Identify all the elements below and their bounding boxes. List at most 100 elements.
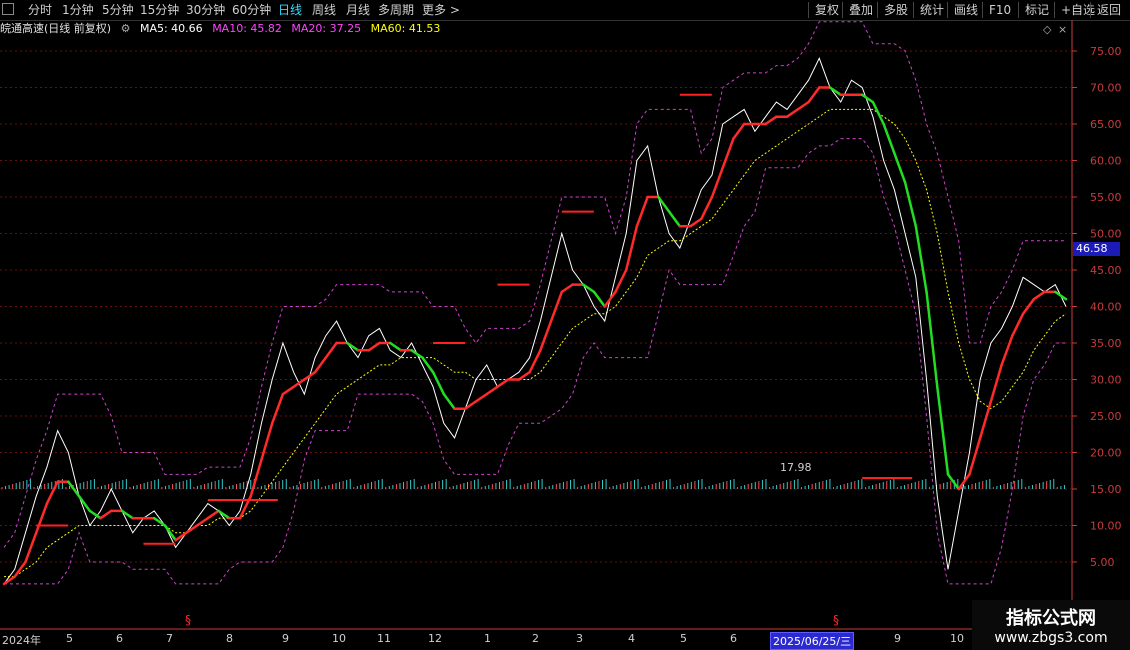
envelope-upper [3,21,1066,548]
ma20-segment [1032,290,1046,301]
y-tick-label: 60.00 [1090,155,1122,168]
ma20-segment [206,509,220,520]
ma20-segment [281,385,295,396]
ma20-segment [1021,297,1036,316]
ma20-segment [421,356,435,374]
y-tick-label: 20.00 [1090,447,1122,460]
y-tick-label: 25.00 [1090,410,1122,423]
ma20-segment [1054,290,1068,301]
ma20-segment [346,341,360,352]
y-tick-label: 50.00 [1090,228,1122,241]
ma20-segment [807,86,821,104]
date-label: 11 [377,632,391,645]
ma20-segment [2,575,16,586]
date-label: 10 [332,632,346,645]
ma20-segment [603,290,617,308]
ma20-segment [614,268,628,294]
ma20-segment [946,473,960,491]
ma20-segment [34,502,49,535]
ma20-segment [152,516,167,527]
date-label: 8 [226,632,233,645]
ma20-segment [914,224,928,294]
ma20-segment [989,363,1003,403]
close-icon[interactable]: × [1058,23,1067,36]
y-tick-label: 45.00 [1090,264,1122,277]
ma20-segment [303,370,317,381]
ma20-segment [785,108,800,118]
date-label: 5 [66,632,73,645]
ma20-segment [893,151,907,184]
ma20-segment [496,378,510,389]
ma20-segment [624,224,639,272]
date-label: 5 [680,632,687,645]
ma20-segment [871,100,885,126]
ma20-segment [1000,334,1014,367]
ma20-segment [163,524,177,542]
ma20-segment [88,509,102,520]
y-tick-label: 30.00 [1090,374,1122,387]
ma20-segment [657,195,671,213]
y-tick-label: 5.00 [1090,556,1115,569]
y-tick-label: 55.00 [1090,191,1122,204]
date-label: 6 [730,632,737,645]
ma20-segment [442,392,456,410]
date-label: 6 [116,632,123,645]
ma20-segment [174,531,188,542]
ma20-segment [828,86,842,97]
ma20-segment [195,516,210,527]
site-watermark-logo: 指标公式网 www.zbgs3.com [972,600,1130,650]
ma20-segment [560,283,574,294]
date-label: 2 [532,632,539,645]
date-axis: 2024年 5 6 7 8 9 10 11 12 1 2 3 4 5 6 2025/06/25/三 9 10 [0,630,1130,650]
date-label: 9 [282,632,289,645]
ma20-segment [24,531,38,564]
kline-chart[interactable]: 75.00 70.00 6 5.00 60.00 55.00 50.00 45.00 40.00… [0,0,1130,650]
ma20-segment [217,509,231,520]
ma20-segment [1011,312,1025,337]
date-label: 4 [628,632,635,645]
ma20-segment [367,341,381,352]
ma20-segment [185,524,199,535]
ma20-segment [410,349,424,359]
date-label: 1 [484,632,491,645]
ma5-line [3,57,1067,585]
y-tick-label: 70.00 [1090,82,1122,95]
ma20-segment [313,356,328,374]
ma20-segment [260,422,274,462]
ma20-segment [485,385,499,396]
y-tick-label: 15.00 [1090,483,1122,496]
ma20-segment [292,378,306,389]
date-label: 9 [894,632,901,645]
y-tick-label: 75.00 [1090,45,1122,58]
diamond-icon[interactable]: ◇ [1043,23,1052,36]
volume-value-label: 17.98 [780,461,812,474]
date-label: 3 [576,632,583,645]
ma20-segment [978,400,993,440]
y-tick-label: 35.00 [1090,337,1122,350]
ma20-segment [324,341,338,359]
ma20-segment [764,115,778,126]
current-price-tag: 46.58 [1073,242,1120,256]
ma20-segment [388,341,403,352]
ma20-segment [700,195,714,221]
ma20-segment [667,210,682,228]
ma20-segment [936,385,950,476]
ma20-segment [99,509,113,520]
ma20-segment [689,217,703,228]
ma20-segment [957,473,971,491]
date-label: 12 [428,632,442,645]
ma20-segment [903,181,918,228]
date-label: 10 [950,632,964,645]
date-label: 2024年 [2,634,41,647]
ma20-segment [796,100,810,111]
ma20-segment [592,290,606,308]
ma20-segment [517,370,531,381]
date-label: 2025/06/25/三 [770,632,855,650]
event-marker: § [833,613,839,627]
ma20-segment [270,392,285,425]
ma20-segment [474,392,488,403]
ma20-segment [77,495,92,513]
date-label: 7 [166,632,173,645]
y-tick-label: 40.00 [1090,301,1122,314]
y-tick-label: 10.00 [1090,520,1122,533]
